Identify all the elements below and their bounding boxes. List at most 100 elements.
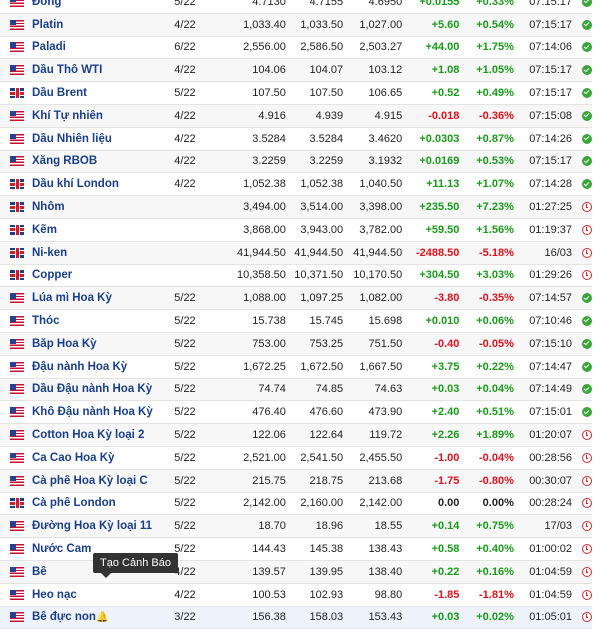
change-percent: -0.35% [479,292,514,305]
change-percent: +1.05% [476,64,514,77]
commodity-name-link[interactable]: Đường Hoa Kỳ loại 11 [32,520,172,532]
commodity-name-link[interactable]: Kẽm [32,224,172,236]
contract-month: 4/22 [174,178,196,191]
table-row[interactable]: Heo nạc 4/22 100.53 102.93 98.80 -1.85 -1.81% 0… [0,584,593,607]
table-row[interactable]: Ni-ken 41,944.50 41,944.50 41,944.50 -2488.5… [0,241,593,265]
table-row[interactable]: Bê đực non 3/22 156.38 158.03 153.43 +0.03 +0.… [0,606,593,629]
high-price: 476.60 [309,406,344,419]
low-price: 4.915 [374,109,403,122]
high-price: 1,033.50 [300,18,344,31]
commodity-name-link[interactable]: Khô Đậu nành Hoa Kỳ [32,406,172,418]
table-row[interactable]: Platin 4/22 1,033.40 1,033.50 1,027.00 +5.60 +… [0,13,593,37]
us-flag-icon [10,65,24,76]
change-percent: +0.49% [476,87,514,100]
contract-month: 5/22 [174,337,196,350]
table-row[interactable]: Copper 10,358.50 10,371.50 10,170.50 +304.50… [0,265,593,288]
last-price: 1,033.40 [243,18,286,31]
last-price: 4.7130 [252,0,286,8]
table-row[interactable]: Đường Hoa Kỳ loại 11 5/22 18.70 18.96 18.55 +… [0,515,593,539]
change-percent: +0.33% [476,0,514,8]
commodity-name-link[interactable]: Dầu Nhiên liệu [32,133,172,145]
update-time: 07:14:57 [529,292,573,305]
table-row[interactable]: Cotton Hoa Kỳ loại 2 5/22 122.06 122.64 119.… [0,424,593,447]
low-price: 3.4620 [368,132,403,145]
commodity-name-link[interactable]: Cà phê London [32,497,172,509]
table-row[interactable]: Thóc 5/22 15.738 15.745 15.698 +0.010 +0.06% 07… [0,310,593,333]
commodity-name-link[interactable]: Đồng [32,0,172,8]
table-row[interactable]: Cà phê Hoa Kỳ loại C 5/22 215.75 218.75 213.… [0,469,593,493]
commodity-name-link[interactable]: Bắp Hoa Kỳ [32,338,172,350]
commodity-name-link[interactable]: Thóc [32,315,172,327]
last-price: 3,868.00 [243,223,286,236]
commodity-name-link[interactable]: Dầu Đậu nành Hoa Kỳ [32,383,172,395]
change-value: +0.14 [431,520,460,533]
commodity-name-link[interactable]: Cà phê Hoa Kỳ loại C [32,475,172,487]
commodity-name-link[interactable]: Ni-ken [32,247,172,259]
table-row[interactable]: Đồng 5/22 4.7130 4.7155 4.6950 +0.0155 +0.33% 0… [0,0,593,14]
commodity-name-link[interactable]: Dầu Thô WTI [32,64,172,76]
commodity-name-link[interactable]: Ca Cao Hoa Kỳ [32,452,172,464]
table-row[interactable]: Cà phê London 5/22 2,142.00 2,160.00 2,142.0… [0,493,593,516]
table-row[interactable]: Dầu Đậu nành Hoa Kỳ 5/22 74.74 74.85 74.63 +0… [0,378,593,402]
update-time: 01:20:07 [529,429,573,442]
last-price: 1,088.00 [243,292,286,305]
change-percent: +0.16% [476,565,514,578]
table-row[interactable]: Nhôm 3,494.00 3,514.00 3,398.00 +235.50 +7.23… [0,196,593,219]
commodity-name-link[interactable]: Xăng RBOB [32,155,172,167]
commodity-name-link[interactable]: Khí Tự nhiên [32,110,172,122]
us-flag-icon [10,589,24,600]
table-row[interactable]: Lúa mì Hoa Kỳ 5/22 1,088.00 1,097.25 1,082.0… [0,287,593,311]
contract-month: 5/22 [174,451,196,464]
bell-icon[interactable]: 🔔 [96,612,108,623]
market-open-icon [582,88,593,99]
table-row[interactable]: Dầu khí London 4/22 1,052.38 1,052.38 1,040.… [0,173,593,197]
us-flag-icon [10,293,24,304]
market-closed-icon [582,566,593,577]
commodity-name-link[interactable]: Cotton Hoa Kỳ loại 2 [32,429,172,441]
table-row[interactable]: Dầu Nhiên liệu 4/22 3.5284 3.5284 3.4620 +0.0… [0,128,593,151]
commodity-name-link[interactable]: Đậu nành Hoa Kỳ [32,361,172,373]
table-row[interactable]: Ca Cao Hoa Kỳ 5/22 2,521.00 2,541.50 2,455.5… [0,447,593,470]
commodity-name-link[interactable]: Dầu khí London [32,178,172,190]
table-row[interactable]: Đậu nành Hoa Kỳ 5/22 1,672.25 1,672.50 1,667… [0,356,593,379]
last-price: 753.00 [252,337,286,350]
commodity-name-link[interactable]: Paladi [32,41,172,53]
update-time: 07:14:06 [529,41,573,54]
change-value: +2.26 [431,429,460,442]
table-row[interactable]: Xăng RBOB 4/22 3.2259 3.2259 3.1932 +0.0169 +0… [0,150,593,174]
low-price: 2,455.50 [359,451,403,464]
contract-month: 4/22 [174,109,196,122]
high-price: 218.75 [309,474,344,487]
low-price: 1,027.00 [359,18,403,31]
table-row[interactable]: Khô Đậu nành Hoa Kỳ 5/22 476.40 476.60 473.9… [0,401,593,425]
table-row[interactable]: Nước Cam 5/22 144.43 145.38 138.43 +0.58 +0.40… [0,538,593,561]
last-price: 74.74 [258,383,286,396]
table-row[interactable]: Dầu Thô WTI 4/22 104.06 104.07 103.12 +1.08 +1… [0,59,593,83]
table-row[interactable]: Khí Tự nhiên 4/22 4.916 4.939 4.915 -0.018 -0.… [0,104,593,128]
table-row[interactable]: Dầu Brent 5/22 107.50 107.50 106.65 +0.52 +0.4… [0,82,593,105]
change-percent: +0.75% [476,520,514,533]
commodity-name-link[interactable]: Nhôm [32,201,172,213]
commodity-name-link[interactable]: Dầu Brent [32,87,172,99]
change-value: +2.40 [431,406,460,419]
market-open-icon [582,293,593,304]
high-price: 3.5284 [309,132,344,145]
table-row[interactable]: Bê 4/22 139.57 139.95 138.40 +0.22 +0.16% 01:04… [0,560,593,584]
us-flag-icon [10,316,24,327]
market-closed-icon [582,475,593,486]
contract-month: 4/22 [174,18,196,31]
commodity-name-link[interactable]: Platin [32,19,172,31]
commodity-name-link[interactable]: Copper [32,269,172,281]
change-percent: +7.23% [476,201,514,214]
market-open-icon [582,133,593,144]
table-row[interactable]: Kẽm 3,868.00 3,943.00 3,782.00 +59.50 +1.56% 0… [0,219,593,242]
change-value: +44.00 [425,41,460,54]
change-percent: +0.22% [476,360,514,373]
contract-month: 5/22 [174,474,196,487]
high-price: 3,514.00 [300,201,344,214]
commodity-name-link[interactable]: Heo nạc [32,589,172,601]
change-value: -0.018 [428,109,460,122]
commodity-name-link[interactable]: Lúa mì Hoa Kỳ [32,292,172,304]
table-row[interactable]: Bắp Hoa Kỳ 5/22 753.00 753.25 751.50 -0.40 -0.… [0,332,593,356]
table-row[interactable]: Paladi 6/22 2,556.00 2,586.50 2,503.27 +44.00… [0,37,593,60]
